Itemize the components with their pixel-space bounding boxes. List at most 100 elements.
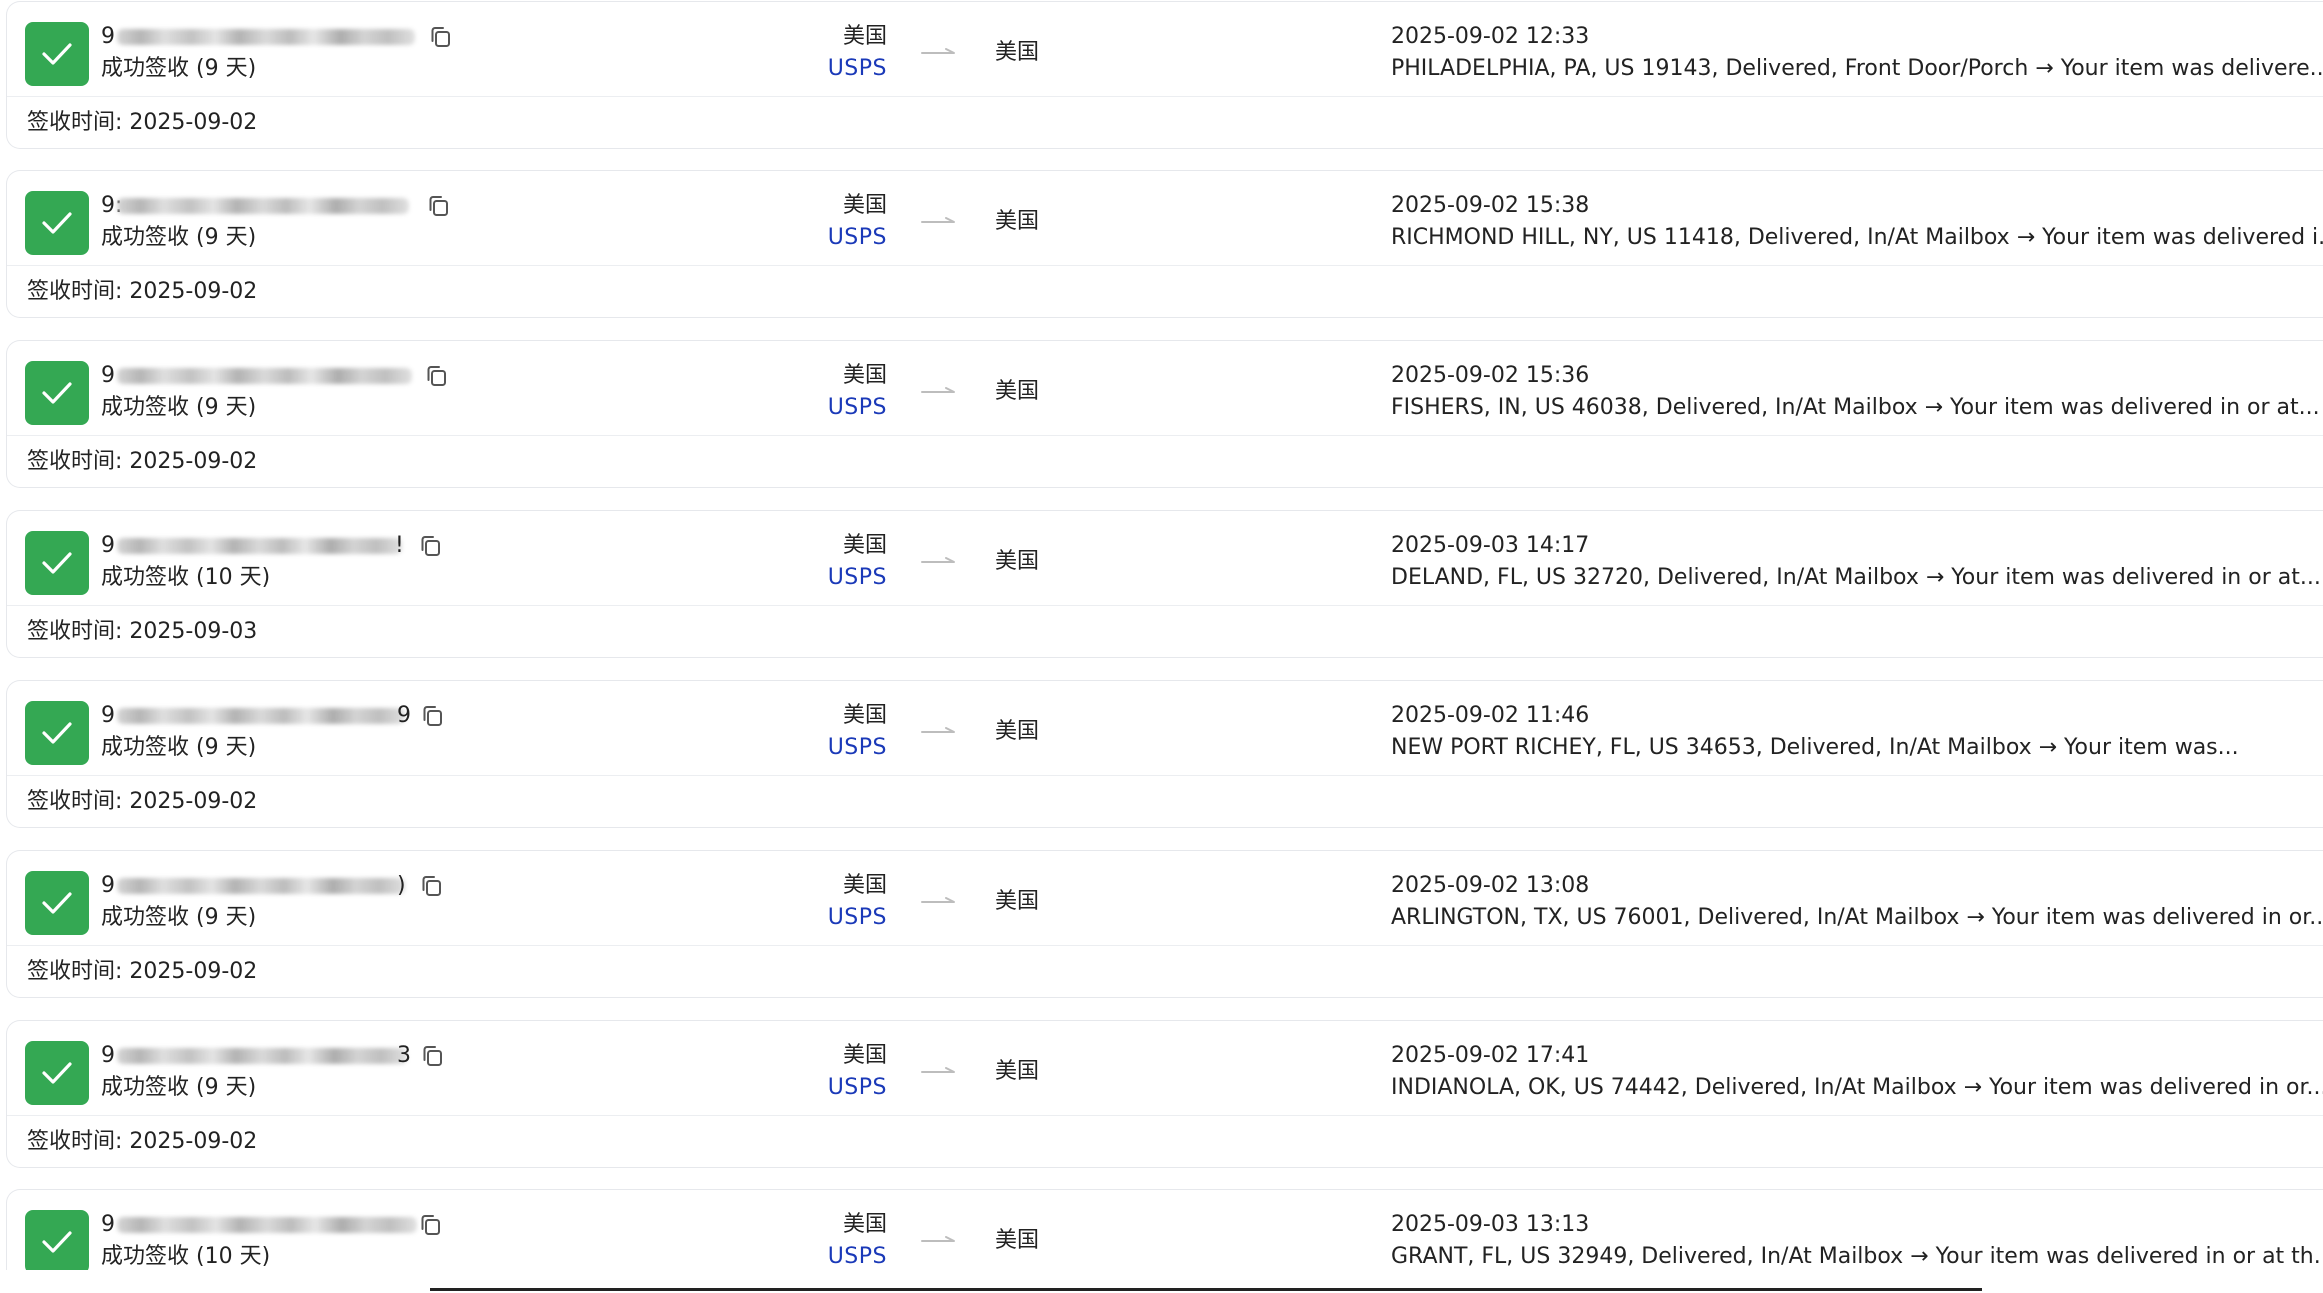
latest-event-time: 2025-09-02 12:33 [1391, 24, 1590, 49]
check-icon [42, 892, 72, 914]
carrier-link[interactable]: USPS [807, 1243, 887, 1270]
tracking-number-blurred [117, 1217, 417, 1233]
tracking-number[interactable]: 9 [101, 702, 115, 730]
bottom-scrollbar[interactable] [430, 1288, 1982, 1291]
received-date: 签收时间: 2025-09-02 [27, 449, 258, 474]
delivery-status-label: 成功签收 (9 天) [101, 1075, 257, 1100]
latest-event-text[interactable]: NEW PORT RICHEY, FL, US 34653, Delivered… [1391, 734, 2239, 762]
origin-country: 美国 [842, 1212, 887, 1237]
shipment-card[interactable]: 9 成功签收 (9 天) 美国 USPS 美国 2025-09-02 12:33… [6, 1, 2323, 149]
tracking-number-blurred [117, 198, 409, 214]
received-date: 签收时间: 2025-09-02 [27, 110, 258, 135]
shipment-summary-row[interactable]: 9 3 成功签收 (9 天) 美国 USPS 美国 2025-09-02 17:… [7, 1021, 2323, 1116]
carrier-link[interactable]: USPS [807, 734, 887, 762]
origin-country: 美国 [842, 873, 887, 898]
shipment-summary-row[interactable]: 9 成功签收 (9 天) 美国 USPS 美国 2025-09-02 12:33… [7, 2, 2323, 97]
delivery-status-label: 成功签收 (9 天) [101, 395, 257, 420]
check-icon [42, 382, 72, 404]
delivered-status-icon [25, 871, 89, 935]
received-date: 签收时间: 2025-09-02 [27, 959, 258, 984]
destination-country: 美国 [995, 1228, 1040, 1253]
received-date: 签收时间: 2025-09-02 [27, 279, 258, 304]
carrier-link[interactable]: USPS [807, 564, 887, 592]
arrow-right-icon [921, 1236, 955, 1242]
check-icon [42, 212, 72, 234]
shipment-summary-row[interactable]: 9 成功签收 (9 天) 美国 USPS 美国 2025-09-02 15:36… [7, 341, 2323, 436]
delivery-status-label: 成功签收 (9 天) [101, 905, 257, 930]
latest-event-text[interactable]: INDIANOLA, OK, US 74442, Delivered, In/A… [1391, 1074, 2323, 1102]
tracking-number-blurred [117, 708, 405, 724]
copy-icon[interactable] [420, 703, 446, 729]
copy-icon[interactable] [420, 1043, 446, 1069]
destination-country: 美国 [995, 889, 1040, 914]
check-icon [42, 722, 72, 744]
tracking-number[interactable]: 9 [101, 1042, 115, 1070]
shipment-summary-row[interactable]: 9 成功签收 (10 天) 美国 USPS 美国 2025-09-03 13:1… [7, 1190, 2323, 1270]
tracking-number[interactable]: 9 [101, 532, 115, 560]
check-icon [42, 1231, 72, 1253]
shipment-summary-row[interactable]: 9 ! 成功签收 (10 天) 美国 USPS 美国 2025-09-03 14… [7, 511, 2323, 606]
destination-country: 美国 [995, 549, 1040, 574]
shipment-card[interactable]: 9 ! 成功签收 (10 天) 美国 USPS 美国 2025-09-03 14… [6, 510, 2323, 658]
copy-icon[interactable] [418, 1212, 444, 1238]
tracking-number[interactable]: 9 [101, 23, 115, 51]
shipment-summary-row[interactable]: 9: 成功签收 (9 天) 美国 USPS 美国 2025-09-02 15:3… [7, 171, 2323, 266]
shipment-card[interactable]: 9 9 成功签收 (9 天) 美国 USPS 美国 2025-09-02 11:… [6, 680, 2323, 828]
origin-country: 美国 [842, 363, 887, 388]
arrow-right-icon [921, 48, 955, 54]
tracking-number[interactable]: 9 [101, 872, 115, 900]
delivery-status-label: 成功签收 (9 天) [101, 56, 257, 81]
latest-event-text[interactable]: PHILADELPHIA, PA, US 19143, Delivered, F… [1391, 55, 2323, 83]
latest-event-time: 2025-09-03 14:17 [1391, 533, 1590, 558]
tracking-number[interactable]: 9 [101, 1211, 115, 1239]
tracking-number-blurred [117, 29, 415, 45]
tracking-number-blurred [117, 878, 405, 894]
copy-icon[interactable] [428, 24, 454, 50]
check-icon [42, 1062, 72, 1084]
delivered-status-icon [25, 701, 89, 765]
shipment-card[interactable]: 9 3 成功签收 (9 天) 美国 USPS 美国 2025-09-02 17:… [6, 1020, 2323, 1168]
arrow-right-icon [921, 1067, 955, 1073]
carrier-link[interactable]: USPS [807, 224, 887, 252]
delivery-status-label: 成功签收 (10 天) [101, 1244, 271, 1269]
destination-country: 美国 [995, 209, 1040, 234]
arrow-right-icon [921, 217, 955, 223]
tracking-number[interactable]: 9 [101, 362, 115, 390]
carrier-link[interactable]: USPS [807, 55, 887, 83]
tracking-number-blurred [117, 1048, 407, 1064]
shipment-card[interactable]: 9 成功签收 (10 天) 美国 USPS 美国 2025-09-03 13:1… [6, 1189, 2323, 1270]
shipment-card[interactable]: 9 成功签收 (9 天) 美国 USPS 美国 2025-09-02 15:36… [6, 340, 2323, 488]
copy-icon[interactable] [418, 533, 444, 559]
shipment-card[interactable]: 9 ) 成功签收 (9 天) 美国 USPS 美国 2025-09-02 13:… [6, 850, 2323, 998]
latest-event-text[interactable]: FISHERS, IN, US 46038, Delivered, In/At … [1391, 394, 2320, 422]
carrier-link[interactable]: USPS [807, 394, 887, 422]
origin-country: 美国 [842, 703, 887, 728]
copy-icon[interactable] [419, 873, 445, 899]
tracking-number-suffix: 3 [397, 1043, 411, 1068]
latest-event-text[interactable]: ARLINGTON, TX, US 76001, Delivered, In/A… [1391, 904, 2323, 932]
latest-event-time: 2025-09-02 15:38 [1391, 193, 1590, 218]
carrier-link[interactable]: USPS [807, 904, 887, 932]
copy-icon[interactable] [426, 193, 452, 219]
latest-event-text[interactable]: DELAND, FL, US 32720, Delivered, In/At M… [1391, 564, 2321, 592]
arrow-right-icon [921, 897, 955, 903]
latest-event-text[interactable]: RICHMOND HILL, NY, US 11418, Delivered, … [1391, 224, 2323, 252]
shipment-card[interactable]: 9: 成功签收 (9 天) 美国 USPS 美国 2025-09-02 15:3… [6, 170, 2323, 318]
latest-event-text[interactable]: GRANT, FL, US 32949, Delivered, In/At Ma… [1391, 1243, 2323, 1270]
delivered-status-icon [25, 361, 89, 425]
shipment-summary-row[interactable]: 9 ) 成功签收 (9 天) 美国 USPS 美国 2025-09-02 13:… [7, 851, 2323, 946]
delivered-status-icon [25, 22, 89, 86]
destination-country: 美国 [995, 719, 1040, 744]
latest-event-time: 2025-09-02 13:08 [1391, 873, 1590, 898]
arrow-right-icon [921, 557, 955, 563]
tracking-number-blurred [117, 538, 402, 554]
origin-country: 美国 [842, 24, 887, 49]
delivered-status-icon [25, 1210, 89, 1270]
copy-icon[interactable] [424, 363, 450, 389]
carrier-link[interactable]: USPS [807, 1074, 887, 1102]
shipment-summary-row[interactable]: 9 9 成功签收 (9 天) 美国 USPS 美国 2025-09-02 11:… [7, 681, 2323, 776]
delivery-status-label: 成功签收 (10 天) [101, 565, 271, 590]
arrow-right-icon [921, 387, 955, 393]
received-date: 签收时间: 2025-09-02 [27, 789, 258, 814]
latest-event-time: 2025-09-02 17:41 [1391, 1043, 1590, 1068]
